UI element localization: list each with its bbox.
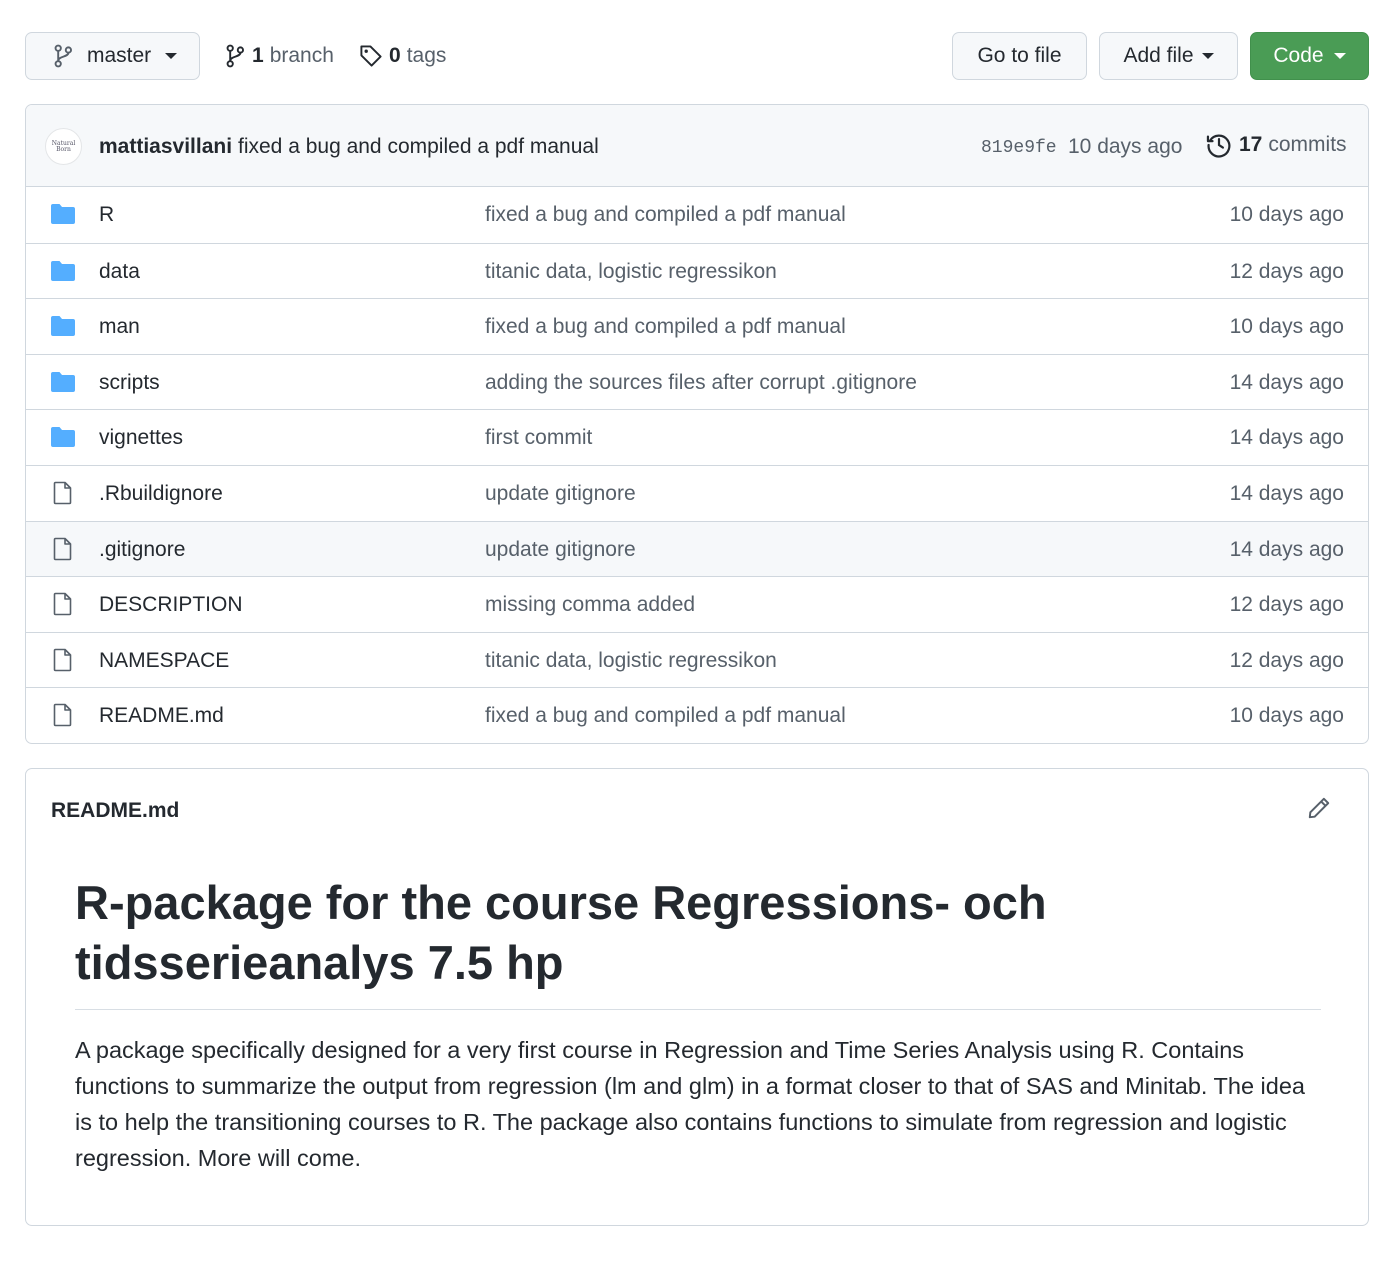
file-commit-message-link[interactable]: fixed a bug and compiled a pdf manual xyxy=(485,704,846,728)
commit-author-link[interactable]: mattiasvillani xyxy=(99,135,232,159)
file-icon xyxy=(53,704,72,727)
readme-heading: R-package for the course Regressions- oc… xyxy=(75,873,1321,1010)
file-name-link[interactable]: README.md xyxy=(99,704,224,728)
file-icon xyxy=(53,481,72,505)
file-list: Rfixed a bug and compiled a pdf manual 10… xyxy=(26,187,1368,743)
go-to-file-button[interactable]: Go to file xyxy=(952,32,1087,80)
chevron-down-icon xyxy=(1201,53,1214,59)
file-row[interactable]: .gitignore update gitignore 14 days ago xyxy=(26,520,1368,577)
file-age: 12 days ago xyxy=(1229,593,1344,617)
file-commit-message-link[interactable]: titanic data, logistic regressikon xyxy=(485,260,777,284)
branch-label: branch xyxy=(269,44,334,67)
file-commit-message-link[interactable]: adding the sources files after corrupt .… xyxy=(485,371,917,395)
file-commit-message-link[interactable]: update gitignore xyxy=(485,538,636,562)
file-age: 14 days ago xyxy=(1229,537,1344,561)
chevron-down-icon xyxy=(165,53,178,59)
tags-link[interactable]: 0 tags xyxy=(359,44,446,68)
add-file-button[interactable]: Add file xyxy=(1099,32,1238,80)
file-age: 10 days ago xyxy=(1229,315,1344,339)
file-name-link[interactable]: R xyxy=(99,203,114,227)
folder-icon xyxy=(51,204,75,224)
pencil-icon[interactable] xyxy=(1306,795,1332,821)
readme-description: A package specifically designed for a ve… xyxy=(75,1037,1305,1171)
file-row[interactable]: .Rbuildignore update gitignore 14 days ago xyxy=(26,464,1368,521)
file-row[interactable]: NAMESPACE titanic data, logistic regressi… xyxy=(26,631,1368,688)
avatar[interactable]: Natural Born xyxy=(45,128,82,165)
branch-count: 1 xyxy=(252,44,264,67)
file-commit-message-link[interactable]: fixed a bug and compiled a pdf manual xyxy=(485,315,846,339)
add-file-label: Add file xyxy=(1123,44,1194,67)
file-age: 14 days ago xyxy=(1229,370,1344,394)
folder-icon xyxy=(51,260,75,281)
file-row[interactable]: README.md fixed a bug and compiled a pdf … xyxy=(26,687,1368,743)
commit-message-link[interactable]: fixed a bug and compiled a pdf manual xyxy=(238,135,599,159)
file-commit-message-link[interactable]: update gitignore xyxy=(485,482,636,506)
history-icon xyxy=(1206,134,1231,158)
file-commit-message-link[interactable]: fixed a bug and compiled a pdf manual xyxy=(485,203,846,227)
commit-count: 17 xyxy=(1239,133,1263,156)
code-button[interactable]: Code xyxy=(1250,32,1369,80)
file-commit-message-link[interactable]: titanic data, logistic regressikon xyxy=(485,649,777,673)
go-to-file-label: Go to file xyxy=(977,44,1062,67)
file-browser: Natural Born mattiasvillani fixed a bug … xyxy=(25,104,1369,744)
file-age: 12 days ago xyxy=(1229,259,1344,283)
branches-link[interactable]: 1 branch xyxy=(224,44,334,68)
file-name-link[interactable]: .gitignore xyxy=(99,538,185,562)
file-age: 12 days ago xyxy=(1229,648,1344,672)
tag-count: 0 xyxy=(389,44,401,67)
file-name-link[interactable]: DESCRIPTION xyxy=(99,593,243,617)
commits-link[interactable]: 17 commits xyxy=(1206,132,1347,158)
file-row[interactable]: scripts adding the sources files after co… xyxy=(26,353,1368,410)
file-row[interactable]: Rfixed a bug and compiled a pdf manual 10… xyxy=(26,187,1368,243)
tag-icon xyxy=(360,45,382,67)
file-name-link[interactable]: vignettes xyxy=(99,426,183,450)
folder-icon xyxy=(51,427,75,448)
file-commit-message-link[interactable]: first commit xyxy=(485,426,592,450)
file-name-link[interactable]: data xyxy=(99,260,140,284)
file-commit-message-link[interactable]: missing comma added xyxy=(485,593,695,617)
branch-select-button[interactable]: master xyxy=(25,32,200,80)
file-row[interactable]: man fixed a bug and compiled a pdf manual… xyxy=(26,298,1368,354)
file-row[interactable]: DESCRIPTION missing comma added 12 days ag… xyxy=(26,576,1368,632)
file-name-link[interactable]: NAMESPACE xyxy=(99,649,229,673)
file-row[interactable]: vignettes first commit 14 days ago xyxy=(26,409,1368,465)
commit-label: commits xyxy=(1268,133,1347,156)
chevron-down-icon xyxy=(1333,53,1346,59)
file-age: 10 days ago xyxy=(1229,203,1344,226)
file-icon xyxy=(53,648,72,672)
branch-name: master xyxy=(87,44,152,67)
file-row[interactable]: data titanic data, logistic regressikon 12… xyxy=(26,242,1368,299)
avatar-text: Natural Born xyxy=(51,139,76,153)
git-branch-icon xyxy=(226,44,245,68)
file-icon xyxy=(53,592,72,616)
commit-sha-link[interactable]: 819e9fe xyxy=(981,138,1057,158)
readme-filename[interactable]: README.md xyxy=(51,799,179,823)
file-name-link[interactable]: scripts xyxy=(99,371,160,395)
file-age: 10 days ago xyxy=(1229,704,1344,728)
file-age: 14 days ago xyxy=(1229,426,1344,450)
folder-icon xyxy=(51,316,75,337)
file-name-link[interactable]: .Rbuildignore xyxy=(99,482,223,506)
tag-label: tags xyxy=(406,44,447,67)
readme-panel: README.md R-package for the course Regre… xyxy=(25,768,1369,1226)
folder-icon xyxy=(51,371,75,392)
file-name-link[interactable]: man xyxy=(99,315,140,339)
commit-age: 10 days ago xyxy=(1068,135,1183,158)
file-icon xyxy=(53,537,72,560)
file-age: 14 days ago xyxy=(1229,481,1344,505)
git-branch-icon xyxy=(54,44,73,68)
code-label: Code xyxy=(1273,44,1324,67)
latest-commit-bar: Natural Born mattiasvillani fixed a bug … xyxy=(26,105,1368,187)
